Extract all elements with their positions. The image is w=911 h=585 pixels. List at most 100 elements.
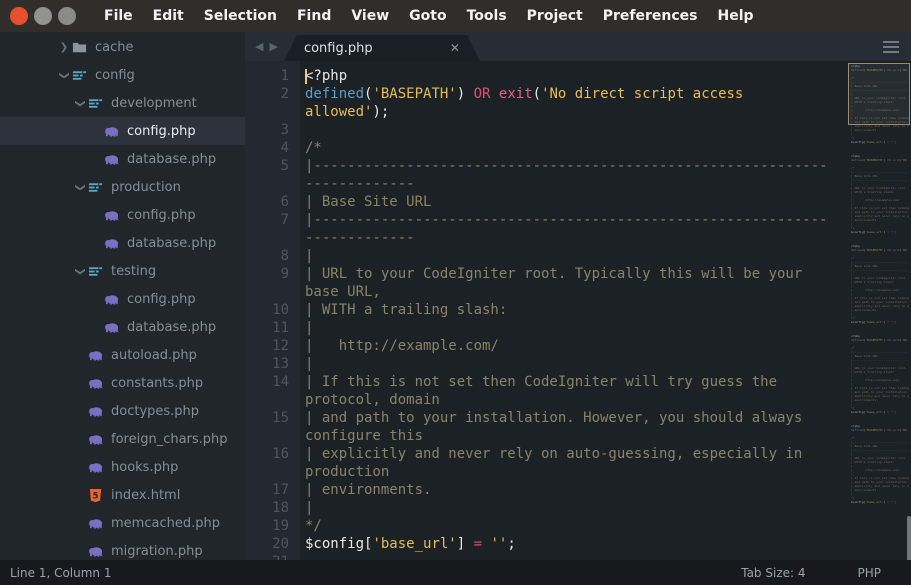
- chevron-down-icon[interactable]: ❯: [75, 263, 86, 279]
- line-number[interactable]: 9: [245, 265, 289, 301]
- tree-item-cache[interactable]: ❯cache: [0, 33, 245, 61]
- line-number[interactable]: 2: [245, 85, 289, 121]
- line-number[interactable]: 5: [245, 157, 289, 193]
- tree-item-config-php[interactable]: config.php: [0, 285, 245, 313]
- code-line-6[interactable]: 6| Base Site URL: [245, 193, 845, 211]
- chevron-down-icon[interactable]: ❯: [59, 67, 70, 83]
- line-number[interactable]: 18: [245, 499, 289, 517]
- tree-item-database-php[interactable]: database.php: [0, 229, 245, 257]
- menu-view[interactable]: View: [341, 0, 399, 32]
- tree-item-database-php[interactable]: database.php: [0, 145, 245, 173]
- tree-item-foreign-chars-php[interactable]: foreign_chars.php: [0, 425, 245, 453]
- tree-item-index-html[interactable]: 5index.html: [0, 481, 245, 509]
- tree-item-config-php[interactable]: config.php: [0, 117, 245, 145]
- nav-forward-icon[interactable]: ▶: [269, 40, 277, 53]
- tree-item-autoload-php[interactable]: autoload.php: [0, 341, 245, 369]
- code-line-21[interactable]: 21: [245, 553, 845, 560]
- tree-item-constants-php[interactable]: constants.php: [0, 369, 245, 397]
- code-line-5[interactable]: 5|--------------------------------------…: [245, 157, 845, 193]
- code-line-17[interactable]: 17| environments.: [245, 481, 845, 499]
- code-line-2[interactable]: 2defined('BASEPATH') OR exit('No direct …: [245, 85, 845, 121]
- minimize-window-button[interactable]: [34, 7, 52, 25]
- line-number[interactable]: 4: [245, 139, 289, 157]
- menu-file[interactable]: File: [94, 0, 143, 32]
- syntax-status[interactable]: PHP: [858, 566, 882, 580]
- tree-item-migration-php[interactable]: migration.php: [0, 537, 245, 560]
- php-icon: [88, 348, 103, 363]
- hamburger-menu-icon[interactable]: [883, 41, 899, 53]
- code-line-12[interactable]: 12| http://example.com/: [245, 337, 845, 355]
- tree-item-hooks-php[interactable]: hooks.php: [0, 453, 245, 481]
- code-line-15[interactable]: 15| and path to your installation. Howev…: [245, 409, 845, 445]
- tree-item-memcached-php[interactable]: memcached.php: [0, 509, 245, 537]
- code-content[interactable]: 1<?php2defined('BASEPATH') OR exit('No d…: [245, 67, 845, 560]
- close-window-button[interactable]: [10, 7, 28, 25]
- maximize-window-button[interactable]: [58, 7, 76, 25]
- code-line-14[interactable]: 14| If this is not set then CodeIgniter …: [245, 373, 845, 409]
- tree-item-development[interactable]: ❯development: [0, 89, 245, 117]
- php-icon: [104, 152, 119, 167]
- line-number[interactable]: 20: [245, 535, 289, 553]
- menu-project[interactable]: Project: [517, 0, 593, 32]
- code-line-4[interactable]: 4/*: [245, 139, 845, 157]
- chevron-right-icon[interactable]: ❯: [56, 42, 72, 53]
- line-code: |---------------------------------------…: [305, 211, 828, 247]
- minimap[interactable]: <?phpdefined('BASEPATH') OR exit('No dir…: [847, 61, 911, 560]
- code-line-11[interactable]: 11|: [245, 319, 845, 337]
- code-line-8[interactable]: 8|: [245, 247, 845, 265]
- line-number[interactable]: 1: [245, 67, 289, 85]
- tree-item-config-php[interactable]: config.php: [0, 201, 245, 229]
- code-line-10[interactable]: 10| WITH a trailing slash:: [245, 301, 845, 319]
- code-line-1[interactable]: 1<?php: [245, 67, 845, 85]
- tab-config-php[interactable]: config.php ✕: [284, 35, 480, 61]
- code-line-16[interactable]: 16| explicitly and never rely on auto-gu…: [245, 445, 845, 481]
- line-number[interactable]: 10: [245, 301, 289, 319]
- line-number[interactable]: 14: [245, 373, 289, 409]
- line-number[interactable]: 21: [245, 553, 289, 560]
- tree-item-testing[interactable]: ❯testing: [0, 257, 245, 285]
- menu-selection[interactable]: Selection: [194, 0, 287, 32]
- code-editor[interactable]: 1<?php2defined('BASEPATH') OR exit('No d…: [245, 61, 911, 560]
- sidebar-file-tree[interactable]: ❯cache❯config❯developmentconfig.phpdatab…: [0, 32, 245, 560]
- code-line-7[interactable]: 7 |--------------------------------------…: [245, 211, 845, 247]
- chevron-down-icon[interactable]: ❯: [75, 179, 86, 195]
- menu-edit[interactable]: Edit: [143, 0, 194, 32]
- cursor-position-status[interactable]: Line 1, Column 1: [0, 566, 112, 580]
- menu-tools[interactable]: Tools: [457, 0, 517, 32]
- line-number[interactable]: 15: [245, 409, 289, 445]
- line-number[interactable]: 8: [245, 247, 289, 265]
- line-number[interactable]: 19: [245, 517, 289, 535]
- line-number[interactable]: 13: [245, 355, 289, 373]
- line-number[interactable]: 6: [245, 193, 289, 211]
- php-icon: [104, 236, 119, 251]
- line-number[interactable]: 16: [245, 445, 289, 481]
- line-number[interactable]: 3: [245, 121, 289, 139]
- menu-find[interactable]: Find: [287, 0, 341, 32]
- scrollbar-thumb[interactable]: [907, 516, 911, 560]
- menu-preferences[interactable]: Preferences: [593, 0, 708, 32]
- tree-item-production[interactable]: ❯production: [0, 173, 245, 201]
- code-line-13[interactable]: 13|: [245, 355, 845, 373]
- editor-column: ◀ ▶ config.php ✕ 1<?php2defined('BASEPAT…: [245, 32, 911, 560]
- line-number[interactable]: 11: [245, 319, 289, 337]
- line-number[interactable]: 12: [245, 337, 289, 355]
- nav-back-icon[interactable]: ◀: [255, 40, 263, 53]
- menu-goto[interactable]: Goto: [399, 0, 456, 32]
- minimap-viewport[interactable]: [848, 63, 910, 125]
- line-number[interactable]: 17: [245, 481, 289, 499]
- line-number[interactable]: 7: [245, 211, 289, 247]
- tree-item-doctypes-php[interactable]: doctypes.php: [0, 397, 245, 425]
- code-line-19[interactable]: 19*/: [245, 517, 845, 535]
- tab-size-status[interactable]: Tab Size: 4: [741, 566, 805, 580]
- tree-item-config[interactable]: ❯config: [0, 61, 245, 89]
- tab-label: config.php: [304, 41, 373, 56]
- tab-close-icon[interactable]: ✕: [450, 41, 460, 55]
- code-line-18[interactable]: 18|: [245, 499, 845, 517]
- chevron-down-icon[interactable]: ❯: [75, 95, 86, 111]
- code-line-20[interactable]: 20$config['base_url'] = '';: [245, 535, 845, 553]
- file-label: constants.php: [111, 376, 203, 391]
- code-line-3[interactable]: 3: [245, 121, 845, 139]
- tree-item-database-php[interactable]: database.php: [0, 313, 245, 341]
- code-line-9[interactable]: 9| URL to your CodeIgniter root. Typical…: [245, 265, 845, 301]
- menu-help[interactable]: Help: [707, 0, 763, 32]
